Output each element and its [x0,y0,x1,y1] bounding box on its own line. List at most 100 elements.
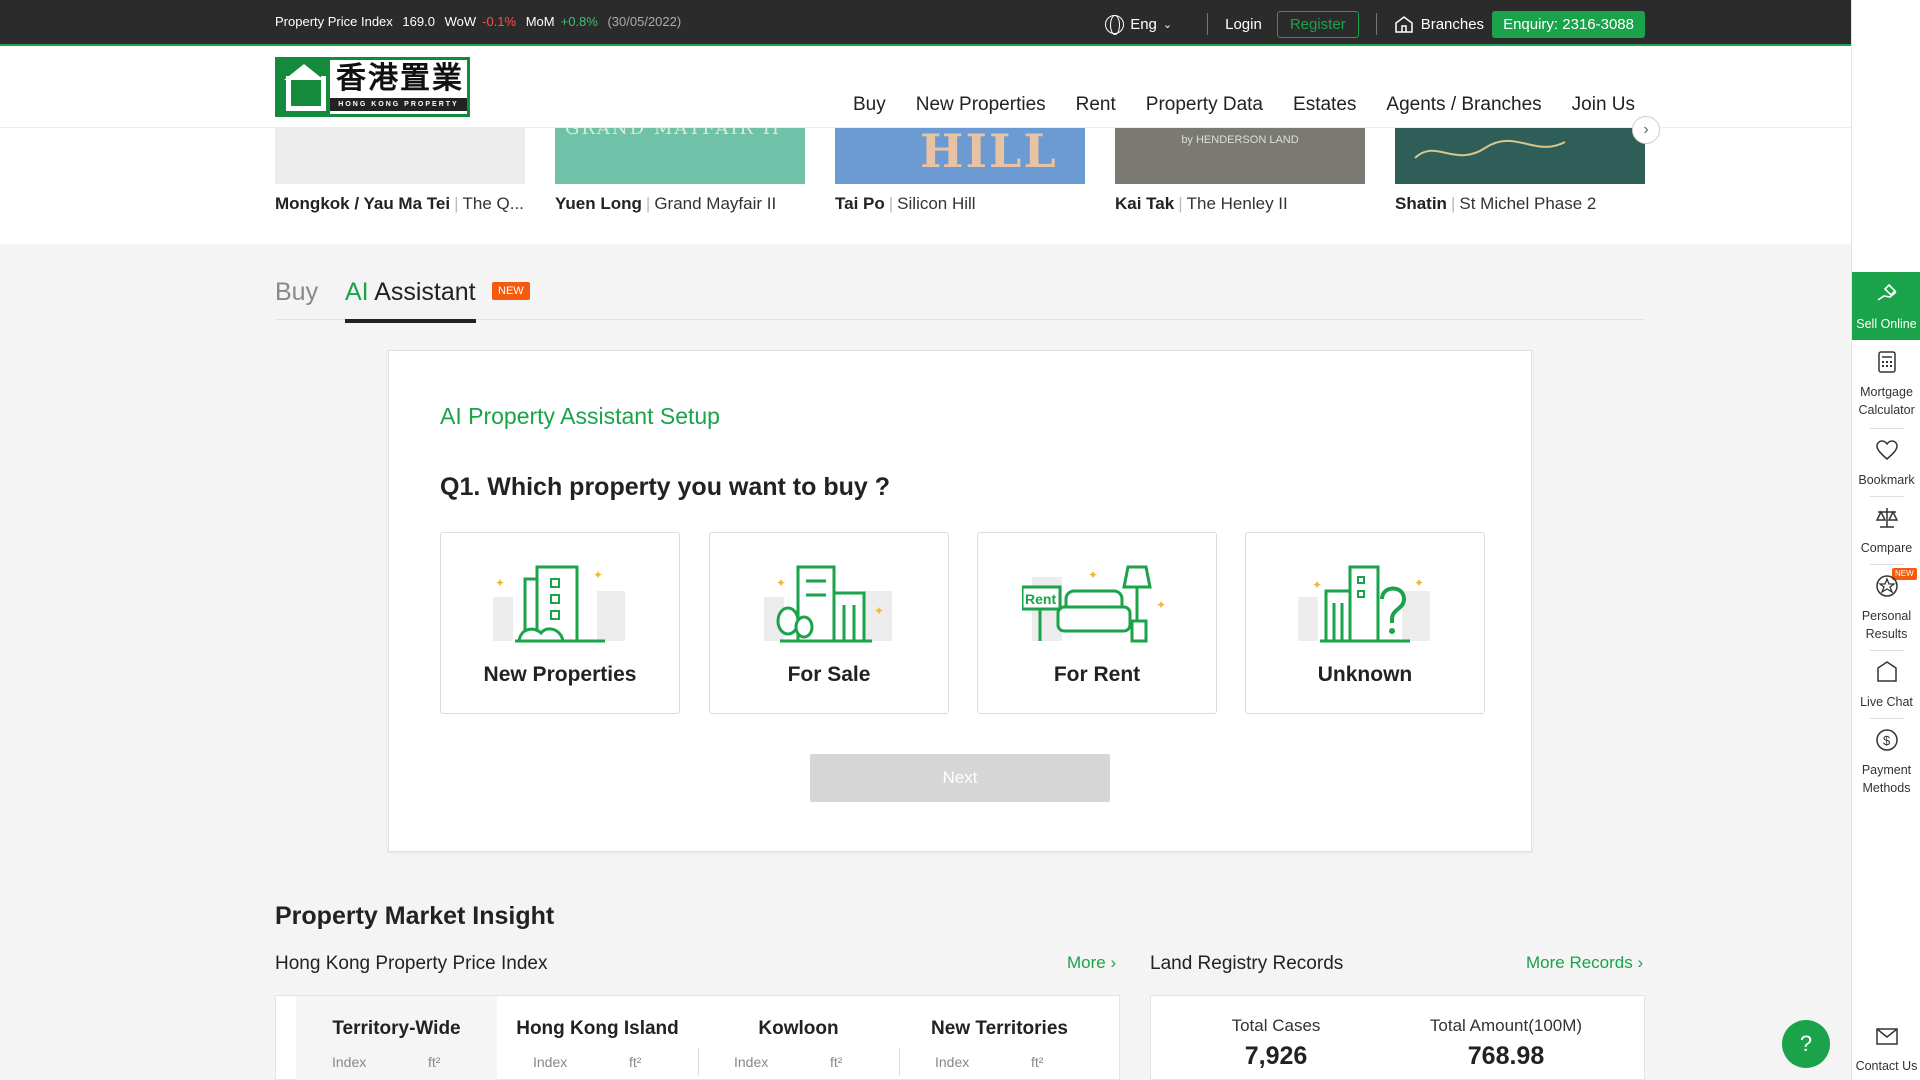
market-insight-title: Property Market Insight [275,902,555,930]
sell-hand-icon [1877,283,1897,301]
sidebar-label: Live Chat [1860,695,1913,709]
property-image [275,128,525,184]
property-image-text: HILL [920,128,1058,178]
region-tab-territory-wide[interactable]: Territory-Wide Index ft² [296,996,497,1080]
svg-text:✦: ✦ [1156,598,1166,612]
price-index-ticker[interactable]: Property Price Index 169.0 WoW -0.1% MoM +… [275,14,687,29]
option-for-sale[interactable]: ✦ ✦ For Sale [709,532,949,714]
region-tab-hong-kong-island[interactable]: Hong Kong Island Index ft² [497,996,698,1080]
region-tab-new-territories[interactable]: New Territories Index ft² [899,996,1100,1080]
option-for-rent[interactable]: Rent ✦ ✦ For Rent [977,532,1217,714]
branches-label: Branches [1420,15,1485,33]
card-name: St Michel Phase 2 [1459,194,1597,213]
divider [1870,428,1904,429]
language-selector[interactable]: Eng ⌄ [1105,14,1172,35]
property-card[interactable]: Mongkok / Yau Ma Tei | The Q... [275,128,525,214]
tab-buy[interactable]: Buy [275,278,318,307]
question-icon: ? [1799,1031,1813,1056]
setup-question: Q1. Which property you want to buy ? [440,473,891,501]
sidebar-live-chat[interactable]: Live Chat [1852,660,1920,711]
tab-ai-assistant[interactable]: AI Assistant [345,278,476,323]
card-district: Mongkok / Yau Ma Tei [275,194,451,213]
unit-header: ft² [830,1054,843,1070]
property-card[interactable]: Shatin | St Michel Phase 2 [1395,128,1645,214]
price-index-title: Hong Kong Property Price Index [275,953,548,974]
sidebar-mortgage-calculator[interactable]: Mortgage Calculator [1852,350,1920,419]
sidebar-bookmark[interactable]: Bookmark [1852,438,1920,489]
index-header: Index [332,1054,367,1070]
total-cases-value: 7,926 [1244,1042,1308,1070]
svg-text:✦: ✦ [874,604,884,618]
nav-rent[interactable]: Rent [1076,94,1116,116]
nav-buy[interactable]: Buy [853,94,886,116]
more-records-label: More Records [1526,953,1633,972]
featured-properties-carousel: Mongkok / Yau Ma Tei | The Q... GRAND MAYF… [0,116,1851,244]
more-records-link[interactable]: More Records › [1526,953,1643,973]
more-link[interactable]: More › [1067,953,1116,973]
sidebar-label: Bookmark [1858,473,1915,487]
next-button[interactable]: Next [810,754,1110,802]
right-sidebar: Sell Online Mortgage Calculator Bookmark… [1851,0,1920,1080]
option-unknown[interactable]: ✦ ✦ Unknown [1245,532,1485,714]
nav-agents-branches[interactable]: Agents / Branches [1386,94,1541,116]
price-index-table: Territory-Wide Index ft² Hong Kong Islan… [275,995,1120,1080]
top-bar: Property Price Index 169.0 WoW -0.1% MoM +… [0,0,1851,46]
ppi-date: (30/05/2022) [607,14,682,29]
help-button[interactable]: ? [1782,1020,1830,1068]
option-label: For Sale [787,663,871,686]
wow-value: -0.1% [482,14,517,29]
card-district: Kai Tak [1115,194,1175,213]
card-district: Yuen Long [555,194,642,213]
for-sale-building-icon: ✦✦ [764,565,892,643]
site-logo[interactable]: 香港置業 HONG KONG PROPERTY [275,57,470,117]
sidebar-payment-methods[interactable]: $ Payment Methods [1852,728,1920,797]
globe-icon [1105,14,1125,35]
register-button[interactable]: Register [1276,10,1359,38]
card-name: Silicon Hill [897,194,976,213]
total-amount-stat: Total Amount(100M) 768.98 [1396,1016,1616,1071]
more-label: More [1067,953,1106,972]
card-name: The Q... [462,194,524,213]
property-card[interactable]: by HENDERSON LAND Kai Tak | The Henley II [1115,128,1365,214]
property-image-text: by HENDERSON LAND [1181,134,1299,146]
sidebar-compare[interactable]: Compare [1852,506,1920,557]
nav-join-us[interactable]: Join Us [1572,94,1635,116]
divider [1207,13,1209,35]
region-name: Kowloon [758,1018,839,1039]
svg-text:✦: ✦ [776,576,786,590]
divider [1870,496,1904,497]
nav-new-properties[interactable]: New Properties [916,94,1046,116]
divider [899,1048,900,1076]
divider [1375,13,1377,35]
property-card[interactable]: HILL Tai Po | Silicon Hill [835,128,1085,214]
svg-text:$: $ [1883,733,1891,748]
for-rent-sofa-icon: Rent ✦ ✦ [1022,565,1166,643]
sidebar-contact-us[interactable]: Contact Us [1852,1024,1920,1075]
new-badge: NEW [492,282,530,300]
index-header: Index [935,1054,970,1070]
login-link[interactable]: Login [1225,16,1262,33]
chevron-right-icon: › [1637,953,1644,972]
option-new-properties[interactable]: ✦ ✦ New Properties [440,532,680,714]
sidebar-sell-online[interactable]: Sell Online [1852,272,1920,340]
svg-text:✦: ✦ [1088,568,1098,582]
sidebar-label: Contact Us [1855,1059,1918,1073]
carousel-next-button[interactable]: › [1632,116,1660,144]
region-tab-kowloon[interactable]: Kowloon Index ft² [698,996,899,1080]
ppi-label: Property Price Index [275,14,393,29]
total-cases-stat: Total Cases 7,926 [1166,1016,1386,1071]
index-header: Index [533,1054,568,1070]
nav-property-data[interactable]: Property Data [1146,94,1263,116]
sidebar-personal-results[interactable]: NEW Personal Results [1852,568,1920,643]
land-registry-title: Land Registry Records [1150,953,1344,974]
property-card[interactable]: GRAND MAYFAIR II Yuen Long | Grand Mayfair… [555,128,805,214]
card-name: Grand Mayfair II [654,194,777,213]
enquiry-button[interactable]: Enquiry: 2316-3088 [1492,10,1645,38]
chevron-right-icon: › [1110,953,1117,972]
branches-link[interactable]: Branches [1394,15,1484,33]
tab-ai-label: Assistant [368,278,476,306]
mail-icon [1875,1028,1898,1045]
nav-estates[interactable]: Estates [1293,94,1356,116]
logo-chinese-text: 香港置業 [336,61,464,96]
region-name: New Territories [931,1018,1068,1039]
